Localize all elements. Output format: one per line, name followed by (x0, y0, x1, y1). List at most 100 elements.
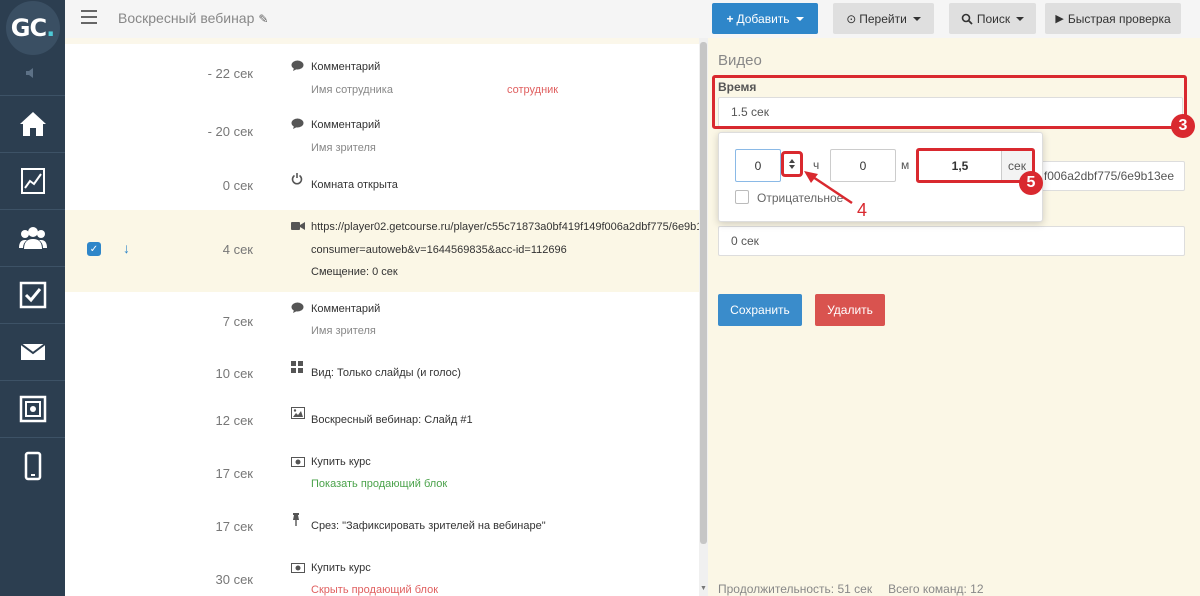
menu-icon[interactable] (81, 10, 97, 24)
row-title: Комната открыта (311, 179, 398, 191)
play-icon: ▶ (1055, 13, 1064, 25)
home-icon (19, 112, 46, 136)
offset-input[interactable]: 0 сек (718, 226, 1185, 256)
time-picker-popover: 0 ч 0 м 1,5 сек Отрицательное (718, 132, 1043, 222)
negative-checkbox[interactable] (735, 190, 749, 204)
hours-input[interactable]: 0 (735, 149, 781, 182)
sidebar-item-home[interactable] (0, 95, 65, 152)
page-title-text: Воскресный вебинар (118, 10, 255, 26)
caret-down-icon (1016, 16, 1025, 21)
goto-button-label: Перейти (859, 11, 907, 26)
list-item[interactable]: 30 сек Купить курс Скрыть продающий блок (65, 552, 699, 596)
list-item[interactable]: - 22 сек Комментарий Имя сотрудника сотр… (65, 46, 699, 102)
search-button[interactable]: Поиск (949, 3, 1036, 34)
row-title: Комментарий (311, 61, 381, 73)
search-button-label: Поиск (976, 11, 1011, 26)
list-item[interactable]: 17 сек Купить курс Показать продающий бл… (65, 444, 699, 500)
list-top-shade (65, 38, 699, 44)
pencil-icon[interactable]: ✎ (258, 12, 268, 26)
money-icon (291, 456, 305, 470)
seconds-field-group: 1,5 сек (916, 148, 1035, 183)
row-subtitle: Показать продающий блок (311, 478, 448, 490)
logo-text: GC (10, 13, 47, 42)
list-item[interactable]: 10 сек Вид: Только слайды (и голос) (65, 348, 699, 396)
footer-info: Продолжительность: 51 сек Всего команд: 1… (718, 582, 1000, 596)
add-button-label: Добавить (736, 11, 790, 26)
list-item[interactable]: 0 сек Комната открыта (65, 160, 699, 210)
sidebar-item-mobile[interactable] (0, 437, 65, 494)
power-icon (291, 172, 305, 186)
row-line3: Смещение: 0 сек (311, 266, 398, 278)
delete-button[interactable]: Удалить (815, 294, 885, 326)
total-commands-text: Всего команд: 12 (888, 582, 984, 596)
mail-icon (19, 343, 46, 360)
row-time: 0 сек (222, 178, 253, 193)
sidebar-item-mail[interactable] (0, 323, 65, 380)
minutes-unit: м (901, 158, 910, 172)
sidebar-item-safe[interactable] (0, 380, 65, 437)
logo[interactable]: GC. (0, 0, 65, 55)
row-title: https://player02.getcourse.ru/player/c55… (311, 221, 699, 233)
caret-down-icon (912, 16, 921, 21)
row-time: - 20 сек (207, 124, 253, 139)
annotation-badge-5: 5 (1019, 171, 1043, 195)
row-title: Комментарий (311, 303, 381, 315)
annotation-badge-3: 3 (1171, 114, 1195, 138)
comment-icon (291, 118, 305, 132)
row-subtitle: Имя зрителя (311, 325, 376, 337)
logo-mark: GC. (5, 0, 60, 55)
row-subtitle: Имя зрителя (311, 142, 376, 154)
list-item[interactable]: - 20 сек Комментарий Имя зрителя (65, 102, 699, 160)
sidebar-item-users[interactable] (0, 209, 65, 266)
row-time: 4 сек (222, 242, 253, 257)
list-item[interactable]: 7 сек Комментарий Имя зрителя (65, 292, 699, 348)
chart-icon (20, 168, 45, 194)
row-time: 17 сек (215, 519, 254, 534)
list-scrollbar[interactable] (699, 38, 708, 596)
image-icon (291, 407, 305, 421)
row-title: Комментарий (311, 119, 381, 131)
add-button[interactable]: + Добавить (712, 3, 818, 34)
row-checkbox[interactable]: ✓ (87, 242, 101, 256)
row-time: 17 сек (215, 466, 254, 481)
speaker-icon[interactable] (0, 66, 65, 82)
row-time: 7 сек (222, 314, 253, 329)
clock-icon: ⊙ (846, 11, 857, 26)
section-title: Видео (718, 52, 762, 69)
users-icon (18, 227, 47, 249)
goto-button[interactable]: ⊙ Перейти (833, 3, 934, 34)
checkbox-icon (19, 281, 46, 309)
money-icon (291, 562, 305, 576)
arrow-down-icon[interactable]: ↓ (123, 240, 130, 256)
sidebar: GC. (0, 0, 65, 596)
list-item[interactable]: 12 сек Воскресный вебинар: Слайд #1 (65, 396, 699, 444)
scrollbar-thumb[interactable] (700, 42, 707, 544)
comment-icon (291, 60, 305, 74)
row-title: Купить курс (311, 456, 371, 468)
seconds-input[interactable]: 1,5 (919, 151, 1002, 180)
annotation-box-time (712, 75, 1187, 129)
row-tag: сотрудник (507, 84, 559, 96)
row-time: - 22 сек (207, 66, 253, 81)
row-title: Срез: "Зафиксировать зрителей на вебинар… (311, 520, 546, 532)
row-title: Воскресный вебинар: Слайд #1 (311, 414, 473, 426)
sidebar-item-stats[interactable] (0, 152, 65, 209)
pin-icon (291, 513, 305, 527)
row-subtitle: Скрыть продающий блок (311, 584, 439, 596)
sidebar-item-tasks[interactable] (0, 266, 65, 323)
save-button[interactable]: Сохранить (718, 294, 802, 326)
command-list: - 22 сек Комментарий Имя сотрудника сотр… (65, 38, 699, 596)
list-item-selected[interactable]: ✓ ↓ 4 сек https://player02.getcourse.ru/… (65, 210, 699, 292)
search-icon (961, 13, 973, 25)
quick-check-button[interactable]: ▶ Быстрая проверка (1045, 3, 1181, 34)
video-icon (291, 220, 305, 234)
list-item[interactable]: 17 сек Срез: "Зафиксировать зрителей на … (65, 500, 699, 552)
mobile-icon (24, 451, 41, 481)
grid-icon (291, 361, 305, 375)
row-title: Купить курс (311, 562, 371, 574)
annotation-label-4: 4 (857, 200, 868, 220)
comment-icon (291, 302, 305, 316)
row-time: 30 сек (215, 572, 254, 587)
row-line2: consumer=autoweb&v=1644569835&acc-id=112… (311, 244, 567, 256)
scroll-down-arrow-icon[interactable]: ▼ (700, 585, 707, 592)
